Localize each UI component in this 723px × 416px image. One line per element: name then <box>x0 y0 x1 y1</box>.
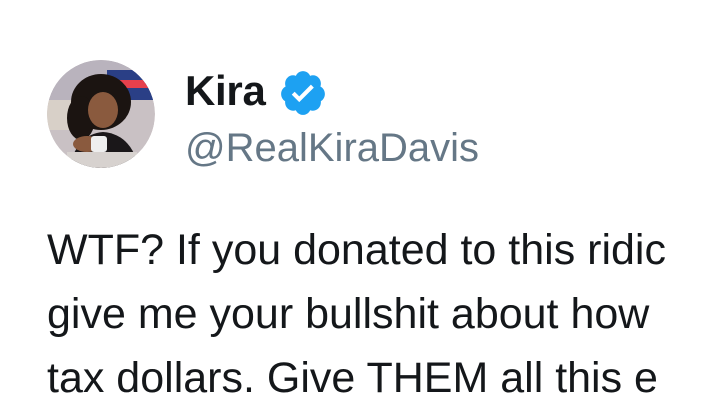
tweet-card: Kira @RealKiraDavis WTF? If you donated … <box>0 0 723 416</box>
avatar[interactable] <box>47 60 155 168</box>
display-name[interactable]: Kira <box>185 70 266 112</box>
tweet-text-line: give me your bullshit about how <box>47 290 650 338</box>
tweet-body: WTF? If you donated to this ridic give m… <box>47 218 723 410</box>
tweet-text-line: WTF? If you donated to this ridic <box>47 226 666 274</box>
tweet-text-line: tax dollars. Give THEM all this e <box>47 354 658 402</box>
verified-check-icon <box>280 71 325 115</box>
author-name-row: Kira <box>185 66 328 116</box>
author-handle[interactable]: @RealKiraDavis <box>185 124 479 172</box>
